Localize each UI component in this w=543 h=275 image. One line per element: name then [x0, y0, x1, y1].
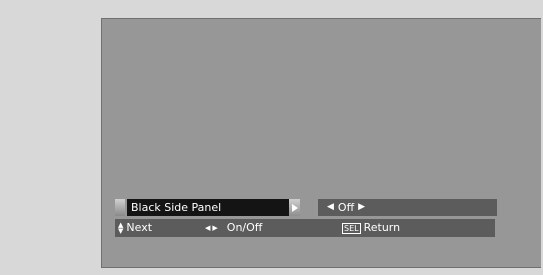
help-return-label: Return [363, 221, 401, 234]
value-selector[interactable]: ◀ Off ▶ [318, 199, 497, 216]
value-text: Off [337, 201, 355, 214]
tv-screen: Black Side Panel ◀ Off ▶ ▲ ▼ Next ◀▶ On/O… [101, 18, 541, 268]
help-onoff: ◀▶ On/Off [205, 219, 262, 237]
help-return: SEL Return [342, 219, 400, 237]
arrow-left-icon[interactable]: ◀ [327, 199, 334, 216]
chevron-right-icon[interactable] [289, 199, 300, 216]
help-onoff-label: On/Off [226, 221, 263, 234]
menu-item-label[interactable]: Black Side Panel [127, 199, 289, 216]
page: Black Side Panel ◀ Off ▶ ▲ ▼ Next ◀▶ On/O… [0, 0, 543, 275]
help-bar: ▲ ▼ Next ◀▶ On/Off SEL Return [115, 219, 495, 237]
menu-row-black-side-panel[interactable]: Black Side Panel ◀ Off ▶ [115, 198, 497, 217]
sel-key-icon: SEL [342, 222, 361, 234]
arrow-right-icon[interactable]: ▶ [358, 199, 365, 216]
row-marker [115, 199, 125, 216]
left-right-arrows-icon: ◀▶ [205, 224, 220, 232]
help-next-label: Next [126, 221, 153, 234]
help-next: ▲ ▼ Next [118, 219, 152, 237]
up-down-arrows-icon: ▲ ▼ [118, 221, 124, 235]
